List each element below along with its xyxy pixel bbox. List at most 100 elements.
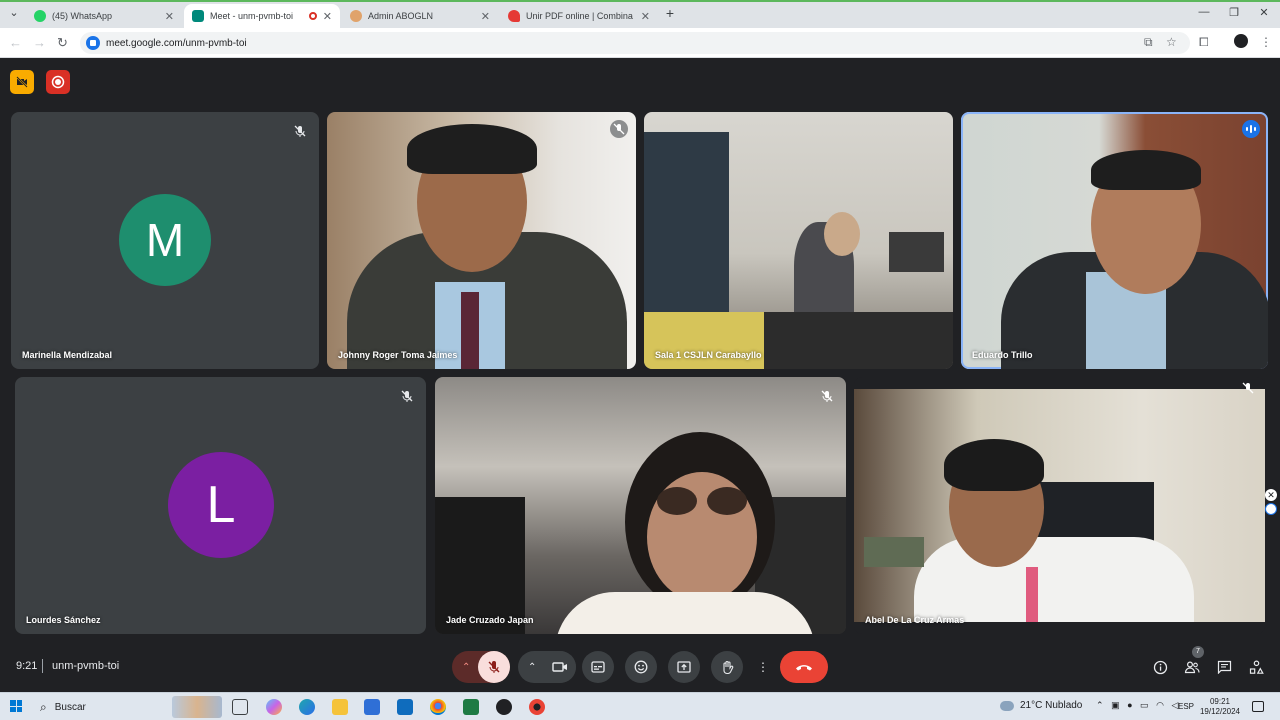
forward-icon[interactable]: →	[33, 35, 46, 50]
edge-icon[interactable]	[299, 699, 315, 715]
avatar: M	[119, 194, 211, 286]
profile-avatar[interactable]	[1234, 34, 1248, 48]
video-feed	[407, 124, 537, 174]
participant-tile[interactable]: M Marinella Mendizabal	[11, 112, 319, 369]
weather-widget[interactable]: 21°C Nublado	[1000, 700, 1082, 711]
video-feed	[1091, 150, 1201, 190]
video-feed	[644, 312, 784, 369]
restore-icon[interactable]: ❐	[1224, 6, 1244, 19]
task-view-icon[interactable]	[232, 699, 248, 715]
close-window-icon[interactable]: ✕	[1254, 6, 1274, 19]
captions-button[interactable]	[582, 651, 614, 683]
reactions-button[interactable]	[625, 651, 657, 683]
participant-name: Abel De La Cruz Armas	[865, 615, 965, 625]
windows-start-icon[interactable]	[10, 700, 22, 712]
present-button[interactable]	[668, 651, 700, 683]
leave-call-button[interactable]	[780, 651, 828, 683]
search-highlight-image	[172, 696, 222, 718]
tray-overflow-icon[interactable]: ⌃	[1096, 700, 1104, 710]
user-icon	[350, 10, 362, 22]
video-feed	[824, 212, 860, 256]
people-button[interactable]: 7	[1183, 646, 1204, 676]
participant-tile[interactable]: Eduardo Trillo	[961, 112, 1268, 369]
minimize-icon[interactable]: —	[1194, 6, 1214, 18]
close-tab-icon[interactable]: ✕	[481, 10, 490, 23]
outlook-icon[interactable]	[397, 699, 413, 715]
tab-meet[interactable]: Meet - unm-pvmb-toi ✕	[184, 4, 340, 28]
wifi-icon[interactable]: ◠	[1156, 700, 1164, 710]
participant-tile[interactable]: L Lourdes Sánchez	[15, 377, 426, 634]
mic-toggle-button[interactable]	[478, 651, 510, 683]
app-icon[interactable]	[496, 699, 512, 715]
tab-search-icon[interactable]: ⌄	[4, 6, 24, 19]
clock-time: 09:21	[1209, 697, 1231, 706]
info-icon	[1153, 660, 1167, 674]
whatsapp-icon	[34, 10, 46, 22]
end-call-icon	[796, 665, 812, 671]
back-icon[interactable]: ←	[9, 35, 22, 50]
chrome-icon[interactable]	[430, 699, 446, 715]
participant-name: Marinella Mendizabal	[22, 350, 113, 360]
microphone-icon[interactable]: ●	[1127, 700, 1132, 710]
meeting-time: 9:21	[16, 660, 38, 672]
reload-icon[interactable]: ↻	[57, 35, 68, 51]
tab-title: Admin ABOGLN	[368, 11, 434, 21]
browser-toolbar: ← → ↻ meet.google.com/unm-pvmb-toi ⧉ ☆ ⧠…	[0, 28, 1280, 58]
new-tab-button[interactable]: +	[660, 5, 680, 21]
open-in-app-icon[interactable]: ⧉	[1144, 35, 1153, 50]
more-vert-icon: ⋮	[757, 660, 769, 674]
system-tray: ⌃ ▣ ● ▭ ◠ ◁	[1096, 700, 1178, 711]
store-icon[interactable]	[364, 699, 380, 715]
camera-toggle-button[interactable]	[544, 651, 576, 683]
language-indicator[interactable]: ESP	[1178, 702, 1194, 711]
site-info-icon[interactable]	[86, 36, 100, 50]
address-bar[interactable]: meet.google.com/unm-pvmb-toi	[80, 32, 1190, 54]
chrome-profile-icon[interactable]	[529, 699, 545, 715]
extensions-icon[interactable]: ⧠	[1199, 35, 1209, 50]
more-options-button[interactable]: ⋮	[754, 651, 772, 683]
recording-indicator-icon	[308, 12, 317, 20]
browser-menu-icon[interactable]: ⋮	[1260, 35, 1272, 49]
video-feed	[864, 537, 924, 567]
tab-admin[interactable]: Admin ABOGLN ✕	[342, 4, 498, 28]
participant-name: Eduardo Trillo	[972, 350, 1033, 360]
excel-icon[interactable]	[463, 699, 479, 715]
camera-options-chevron-icon[interactable]: ⌃	[528, 662, 536, 673]
video-feed	[657, 487, 697, 515]
chat-button[interactable]	[1215, 658, 1233, 676]
video-feed	[889, 232, 944, 272]
raise-hand-button[interactable]	[711, 651, 743, 683]
mic-control-group: ⌃	[452, 651, 510, 683]
weather-text: 21°C Nublado	[1020, 700, 1083, 711]
notifications-icon[interactable]	[1252, 701, 1264, 712]
meeting-code: unm-pvmb-toi	[52, 660, 120, 672]
bookmark-star-icon[interactable]: ☆	[1166, 35, 1177, 49]
cloud-icon	[1000, 700, 1014, 711]
extension-icon[interactable]	[1265, 503, 1277, 515]
video-feed	[764, 312, 953, 369]
tab-whatsapp[interactable]: (45) WhatsApp ✕	[26, 4, 182, 28]
avatar: L	[168, 452, 274, 558]
participant-tile[interactable]: Sala 1 CSJLN Carabayllo	[644, 112, 953, 369]
file-explorer-icon[interactable]	[332, 699, 348, 715]
meet-control-bar: 9:21 unm-pvmb-toi ⌃ ⌃ ⋮ 7	[0, 642, 1280, 692]
participant-tile[interactable]: Johnny Roger Toma Jaimes	[327, 112, 636, 369]
activities-button[interactable]	[1247, 658, 1265, 676]
network-icon[interactable]: ▭	[1140, 700, 1149, 710]
meet-stage: M Marinella Mendizabal Johnny Roger Toma…	[0, 58, 1280, 692]
browser-tab-strip: ⌄ (45) WhatsApp ✕ Meet - unm-pvmb-toi ✕ …	[0, 0, 1280, 28]
close-icon[interactable]: ✕	[1265, 489, 1277, 501]
participant-tile[interactable]: Abel De La Cruz Armas	[854, 377, 1265, 634]
mic-off-icon	[488, 661, 500, 673]
meeting-info-button[interactable]	[1151, 658, 1169, 676]
close-tab-icon[interactable]: ✕	[641, 10, 650, 23]
taskbar-clock[interactable]: 09:21 19/12/2024	[1198, 697, 1242, 717]
tab-unir-pdf[interactable]: Unir PDF online | Combina tus a ✕	[500, 4, 658, 28]
mic-options-chevron-icon[interactable]: ⌃	[462, 662, 470, 673]
copilot-icon[interactable]	[266, 699, 282, 715]
hand-icon	[722, 660, 733, 674]
close-tab-icon[interactable]: ✕	[165, 10, 174, 23]
participant-tile[interactable]: Jade Cruzado Japan	[435, 377, 846, 634]
close-tab-icon[interactable]: ✕	[323, 10, 332, 23]
camera-tray-icon[interactable]: ▣	[1111, 700, 1120, 710]
